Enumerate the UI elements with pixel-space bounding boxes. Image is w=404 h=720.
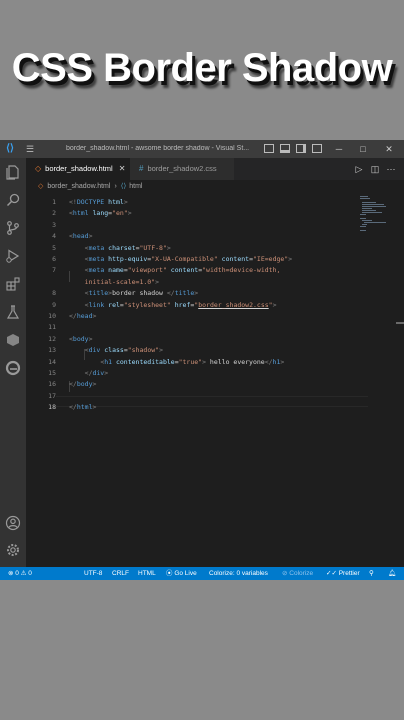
source-control-icon[interactable]	[5, 220, 21, 236]
testing-icon[interactable]	[5, 304, 21, 320]
menu-hamburger-icon[interactable]: ☰	[26, 144, 38, 154]
run-debug-icon[interactable]	[5, 248, 21, 264]
line-number: 12	[48, 335, 56, 343]
html-file-icon: ◇	[38, 183, 44, 190]
breadcrumb-node[interactable]: html	[129, 183, 142, 190]
edge-devtools-icon[interactable]	[5, 360, 21, 376]
window-title: border_shadow.html - awsome border shado…	[66, 145, 250, 152]
line-number: 10	[48, 312, 56, 320]
tab-label: border_shadow.html	[45, 164, 113, 173]
prettier-button[interactable]: ✓✓ Prettier	[326, 567, 360, 580]
breadcrumb: ◇ border_shadow.html › ⟨⟩ html	[26, 180, 404, 194]
line-number: 7	[52, 266, 56, 274]
line-number: 4	[52, 232, 56, 240]
problems-indicator[interactable]: ⊗ 0 ⚠ 0	[8, 567, 32, 580]
run-preview-icon[interactable]: ▷	[352, 162, 366, 176]
code-editor[interactable]: 1 2 3 4 5 6 7 8 9 10 11 12 13 14 15 16 17 18 <!DOCTYPE ht…	[26, 194, 404, 567]
line-number: 18	[48, 403, 56, 411]
code-line[interactable]: <head>	[69, 231, 93, 242]
line-number: 1	[52, 198, 56, 206]
toggle-sidebar-icon[interactable]	[264, 144, 274, 153]
maximize-icon[interactable]: □	[356, 142, 370, 156]
line-number	[26, 277, 56, 288]
line-number: 2	[52, 209, 56, 217]
line-number: 16	[48, 380, 56, 388]
explorer-icon[interactable]	[5, 164, 21, 180]
line-number: 15	[48, 369, 56, 377]
code-line[interactable]: <meta charset="UTF-8">	[69, 243, 171, 254]
title-bar: ⟨⟩ ☰ border_shadow.html - awsome border …	[0, 140, 404, 158]
notifications-bell-icon[interactable]: 🔔︎	[388, 567, 396, 580]
more-actions-icon[interactable]: ⋯	[384, 162, 398, 176]
line-number: 11	[48, 323, 56, 331]
minimap[interactable]	[360, 194, 390, 234]
go-live-label: Go Live	[174, 570, 197, 577]
current-line-highlight	[56, 396, 368, 407]
colorize-label: Colorize	[289, 570, 314, 577]
editor-tab-bar: ◇ border_shadow.html ✕ # border_shadow2.css…	[26, 158, 404, 180]
encoding-indicator[interactable]: UTF-8	[84, 567, 102, 580]
line-number: 9	[52, 301, 56, 309]
line-number: 6	[52, 255, 56, 263]
scrollbar-marker[interactable]	[396, 322, 404, 324]
code-line[interactable]: <title>border shadow </title>	[69, 288, 199, 299]
tab-label: border_shadow2.css	[147, 164, 217, 173]
eol-indicator[interactable]: CRLF	[112, 567, 129, 580]
code-line[interactable]: <html lang="en">	[69, 208, 132, 219]
minimize-icon[interactable]: ─	[332, 142, 346, 156]
code-line[interactable]: <meta http-equiv="X-UA-Compatible" conte…	[69, 254, 293, 265]
check-icon: ✓✓	[326, 570, 339, 577]
feedback-icon[interactable]: ⚲	[369, 567, 374, 580]
customize-layout-icon[interactable]	[312, 144, 322, 153]
line-number: 17	[48, 392, 56, 400]
breadcrumb-file[interactable]: border_shadow.html	[47, 183, 110, 190]
line-number: 14	[48, 358, 56, 366]
close-window-icon[interactable]: ✕	[382, 142, 396, 156]
settings-gear-icon[interactable]	[5, 542, 21, 558]
tab-border-shadow-html[interactable]: ◇ border_shadow.html ✕	[26, 158, 130, 180]
activity-bar	[0, 158, 26, 567]
language-mode[interactable]: HTML	[138, 567, 156, 580]
code-line[interactable]: </div>	[69, 368, 109, 379]
vscode-logo-icon[interactable]: ⟨⟩	[4, 143, 16, 155]
colorize-button[interactable]: ⊘ Colorize	[282, 567, 313, 580]
go-live-button[interactable]: ⦿ Go Live	[166, 567, 197, 580]
code-line[interactable]: <!DOCTYPE html>	[69, 197, 128, 208]
vscode-window: ⟨⟩ ☰ border_shadow.html - awsome border …	[0, 140, 404, 580]
search-icon[interactable]	[5, 192, 21, 208]
line-number: 5	[52, 244, 56, 252]
css-file-icon: #	[139, 164, 144, 173]
account-icon[interactable]	[5, 515, 21, 531]
code-line[interactable]: <body>	[69, 334, 93, 345]
colorize-variables-indicator[interactable]: Colorize: 0 variables	[209, 567, 268, 580]
code-line[interactable]: <div class="shadow">	[69, 345, 163, 356]
code-line[interactable]: </body>	[69, 379, 96, 390]
line-number: 8	[52, 289, 56, 297]
tab-border-shadow2-css[interactable]: # border_shadow2.css	[130, 158, 234, 180]
close-tab-icon[interactable]: ✕	[119, 164, 126, 173]
prettier-label: Prettier	[338, 570, 360, 577]
code-line[interactable]: </head>	[69, 311, 96, 322]
line-number: 3	[52, 221, 56, 229]
toggle-secondary-sidebar-icon[interactable]	[296, 144, 306, 153]
html-element-icon: ⟨⟩	[120, 183, 127, 190]
code-line[interactable]: <h1 contenteditable="true"> hello everyo…	[69, 357, 284, 368]
line-number: 13	[48, 346, 56, 354]
code-line[interactable]: <link rel="stylesheet" href="border_shad…	[69, 300, 277, 311]
code-line[interactable]: <meta name="viewport" content="width=dev…	[69, 265, 281, 276]
remote-explorer-icon[interactable]	[5, 332, 21, 348]
extensions-icon[interactable]	[5, 276, 21, 292]
code-line[interactable]: </html>	[69, 402, 96, 413]
code-line[interactable]: initial-scale=1.0">	[69, 277, 159, 288]
status-bar: ⊗ 0 ⚠ 0 UTF-8 CRLF HTML ⦿ Go Live Colori…	[0, 567, 404, 580]
toggle-panel-icon[interactable]	[280, 144, 290, 153]
split-editor-icon[interactable]: ◫	[368, 162, 382, 176]
html-file-icon: ◇	[35, 164, 42, 173]
video-headline: CSS Border Shadow	[11, 46, 393, 90]
breadcrumb-separator: ›	[114, 183, 117, 190]
